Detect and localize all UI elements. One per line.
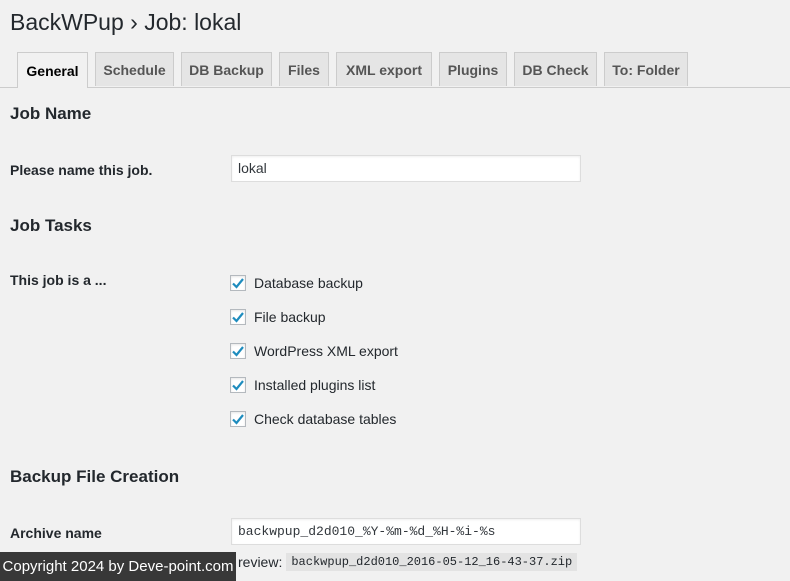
tab-db-backup[interactable]: DB Backup [181, 52, 272, 86]
task-label: Installed plugins list [254, 377, 376, 393]
tab-general[interactable]: General [17, 52, 88, 88]
copyright-watermark: Copyright 2024 by Deve-point.com [0, 552, 236, 581]
archive-name-input[interactable]: backwpup_d2d010_%Y-%m-%d_%H-%i-%s [231, 518, 581, 545]
checkbox-xml-export[interactable] [230, 343, 246, 359]
task-label: File backup [254, 309, 326, 325]
checkbox-check-db[interactable] [230, 411, 246, 427]
checkmark-icon [232, 380, 244, 391]
checkmark-icon [232, 278, 244, 289]
job-name-label: Please name this job. [10, 162, 153, 178]
checkmark-icon [232, 312, 244, 323]
archive-name-label: Archive name [10, 525, 102, 541]
job-tasks-heading: Job Tasks [10, 216, 92, 235]
tab-bar: General Schedule DB Backup Files XML exp… [0, 52, 790, 88]
task-xml-export[interactable]: WordPress XML export [230, 342, 398, 360]
task-label: WordPress XML export [254, 343, 398, 359]
preview-label: review: [238, 554, 283, 570]
tab-to-folder[interactable]: To: Folder [604, 52, 688, 86]
checkbox-plugins-list[interactable] [230, 377, 246, 393]
checkmark-icon [232, 346, 244, 357]
tab-plugins[interactable]: Plugins [439, 52, 507, 86]
archive-preview: review: backwpup_d2d010_2016-05-12_16-43… [238, 553, 578, 571]
tab-schedule[interactable]: Schedule [95, 52, 174, 86]
checkbox-database-backup[interactable] [230, 275, 246, 291]
task-plugins-list[interactable]: Installed plugins list [230, 376, 375, 394]
task-file-backup[interactable]: File backup [230, 308, 326, 326]
preview-filename: backwpup_d2d010_2016-05-12_16-43-37.zip [286, 553, 578, 571]
job-name-heading: Job Name [10, 104, 92, 123]
task-label: Check database tables [254, 411, 397, 427]
backup-file-heading: Backup File Creation [10, 467, 180, 486]
job-tasks-label: This job is a ... [10, 272, 107, 288]
checkmark-icon [232, 414, 244, 425]
checkbox-file-backup[interactable] [230, 309, 246, 325]
task-label: Database backup [254, 275, 363, 291]
page-title: BackWPup › Job: lokal [10, 9, 242, 35]
tab-db-check[interactable]: DB Check [514, 52, 597, 86]
job-name-input[interactable]: lokal [231, 155, 581, 182]
tab-xml-export[interactable]: XML export [336, 52, 432, 86]
task-check-db[interactable]: Check database tables [230, 410, 396, 428]
tab-files[interactable]: Files [279, 52, 329, 86]
task-database-backup[interactable]: Database backup [230, 274, 363, 292]
